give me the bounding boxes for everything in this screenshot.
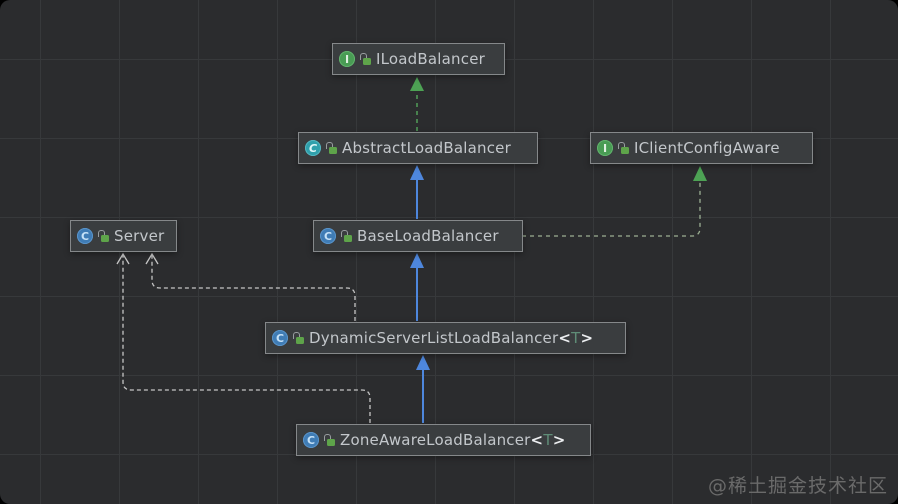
class-name-label: ILoadBalancer <box>376 50 485 68</box>
open-lock-icon <box>293 332 304 344</box>
class-node-zoneawareloadbalancer[interactable]: C ZoneAwareLoadBalancer<T> <box>296 424 591 456</box>
interface-icon: I <box>597 140 613 156</box>
class-icon: C <box>320 228 336 244</box>
class-name-label: AbstractLoadBalancer <box>342 139 511 157</box>
diagram-canvas[interactable]: I ILoadBalancer C AbstractLoadBalancer I ICli… <box>0 0 898 504</box>
class-icon: C <box>77 228 93 244</box>
open-lock-icon <box>326 142 337 154</box>
abstract-class-icon: C <box>305 140 321 156</box>
class-node-iloadbalancer[interactable]: I ILoadBalancer <box>332 43 505 75</box>
class-name-label: DynamicServerListLoadBalancer<T> <box>309 329 594 347</box>
open-lock-icon <box>324 434 335 446</box>
class-name-label: BaseLoadBalancer <box>357 227 499 245</box>
class-icon: C <box>303 432 319 448</box>
open-lock-icon <box>360 53 371 65</box>
open-lock-icon <box>618 142 629 154</box>
open-lock-icon <box>341 230 352 242</box>
class-node-iclientconfigaware[interactable]: I IClientConfigAware <box>590 132 813 164</box>
interface-icon: I <box>339 51 355 67</box>
class-node-abstractloadbalancer[interactable]: C AbstractLoadBalancer <box>298 132 538 164</box>
class-name-label: IClientConfigAware <box>634 139 780 157</box>
class-node-baseloadbalancer[interactable]: C BaseLoadBalancer <box>313 220 523 252</box>
class-node-dynamicserverlistloadbalancer[interactable]: C DynamicServerListLoadBalancer<T> <box>265 322 626 354</box>
class-name-label: Server <box>114 227 165 245</box>
class-node-server[interactable]: C Server <box>70 220 177 252</box>
class-name-label: ZoneAwareLoadBalancer<T> <box>340 431 566 449</box>
open-lock-icon <box>98 230 109 242</box>
node-layer: I ILoadBalancer C AbstractLoadBalancer I ICli… <box>0 0 898 504</box>
watermark: @稀土掘金技术社区 <box>707 475 888 497</box>
class-icon: C <box>272 330 288 346</box>
